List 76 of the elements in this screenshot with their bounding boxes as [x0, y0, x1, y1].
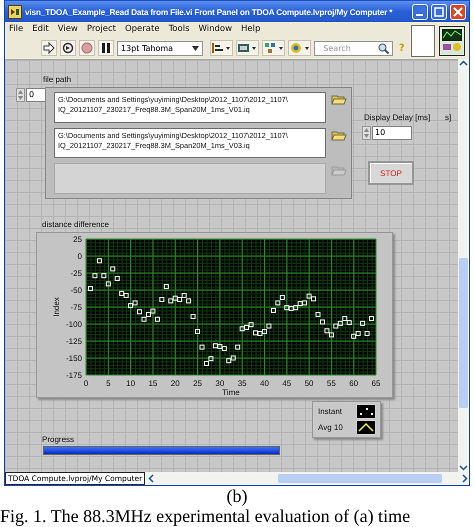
- axis-tick-label: 15: [148, 379, 158, 388]
- scroll-left-icon[interactable]: [147, 474, 156, 483]
- axis-tick-label: 25: [193, 379, 202, 388]
- control-label: file path: [43, 75, 72, 84]
- figure-label: (b): [226, 487, 248, 506]
- scroll-up-icon[interactable]: [459, 59, 468, 68]
- folder-icon[interactable]: [331, 94, 347, 105]
- axis-tick-label: 55: [326, 379, 336, 388]
- axis-tick-label: -75: [70, 303, 82, 312]
- legend-label: Instant: [318, 407, 342, 416]
- line-plot-icon: [357, 421, 375, 434]
- maximize-icon: [434, 6, 444, 16]
- connector-pane: [411, 24, 435, 56]
- axis-tick-label: 60: [349, 379, 358, 388]
- spinner-icon[interactable]: [16, 88, 25, 102]
- control-label: Progress: [42, 435, 74, 444]
- axis-tick-label: 30: [215, 379, 224, 388]
- scroll-down-icon[interactable]: [459, 463, 468, 472]
- axis-tick-label: 40: [260, 379, 269, 388]
- axis-tick-label: 25: [73, 235, 82, 244]
- points-plot-icon: [357, 405, 375, 418]
- spinner-icon[interactable]: [362, 126, 371, 140]
- legend-label: Avg 10: [318, 423, 343, 432]
- vi-icon: [439, 26, 465, 56]
- minimize-button[interactable]: [412, 4, 428, 20]
- axis-tick-label: 35: [238, 379, 247, 388]
- vertical-scrollbar[interactable]: [458, 59, 469, 472]
- menu-item[interactable]: Edit: [32, 24, 49, 36]
- axis-tick-label: 50: [304, 379, 314, 388]
- maximize-button[interactable]: [431, 4, 447, 20]
- axis-tick-label: -100: [66, 320, 82, 329]
- control-label: s]: [445, 113, 452, 122]
- minimize-icon: [416, 14, 422, 16]
- distribute-icon[interactable]: [236, 40, 259, 56]
- run-arrow-icon[interactable]: [41, 40, 57, 56]
- menu-item[interactable]: File: [9, 24, 24, 36]
- axis-tick-label: 45: [282, 379, 292, 388]
- axis-title: Time: [222, 388, 240, 397]
- axis-tick-label: -50: [70, 286, 82, 295]
- reorder-icon[interactable]: [288, 40, 312, 56]
- axis-tick-label: -125: [66, 337, 82, 346]
- pause-icon[interactable]: [98, 40, 114, 56]
- close-button[interactable]: [450, 4, 466, 20]
- axis-tick-label: -175: [66, 371, 82, 380]
- caret-icon: [192, 46, 199, 50]
- menu-item[interactable]: View: [58, 24, 78, 36]
- scroll-right-icon[interactable]: [460, 474, 469, 483]
- menu-item[interactable]: Project: [86, 24, 116, 36]
- menu-item[interactable]: Operate: [124, 24, 160, 36]
- axis-tick-label: 5: [106, 379, 111, 388]
- axis-tick-label: 0: [84, 379, 88, 388]
- search-icon: [378, 42, 390, 54]
- axis-tick-label: -25: [70, 269, 82, 278]
- close-icon: [453, 6, 463, 16]
- align-icon[interactable]: [210, 40, 233, 56]
- axis-tick-label: -150: [66, 354, 82, 363]
- numeric-field[interactable]: 10: [372, 126, 412, 140]
- menu-item[interactable]: Help: [241, 24, 260, 36]
- app-icon: [8, 4, 22, 18]
- window-title: visn_TDOA_Example_Read Data from File.vi Front Panel on TDOA Compute.lvproj/My Computer *: [25, 6, 394, 16]
- axis-tick-label: 20: [170, 379, 180, 388]
- axis-title: Index: [52, 297, 61, 317]
- figure-caption: Fig. 1. The 88.3MHz experimental evaluation of (a) time: [0, 506, 412, 526]
- font-dropdown[interactable]: 13pt Tahoma: [117, 40, 203, 56]
- resize-icon[interactable]: [262, 40, 286, 56]
- run-continuously-icon[interactable]: [60, 40, 76, 56]
- horizontal-scrollbar[interactable]: [147, 473, 469, 484]
- axis-tick-label: 0: [78, 252, 82, 261]
- menu-item[interactable]: Window: [198, 24, 232, 36]
- axis-tick-label: 65: [372, 379, 380, 388]
- array-index-field[interactable]: 0: [26, 88, 46, 102]
- folder-icon[interactable]: [331, 130, 347, 141]
- axis-tick-label: 10: [126, 379, 136, 388]
- control-label: Display Delay [ms]: [364, 113, 430, 122]
- graph-label: distance difference: [42, 220, 110, 229]
- menu-item[interactable]: Tools: [168, 24, 190, 36]
